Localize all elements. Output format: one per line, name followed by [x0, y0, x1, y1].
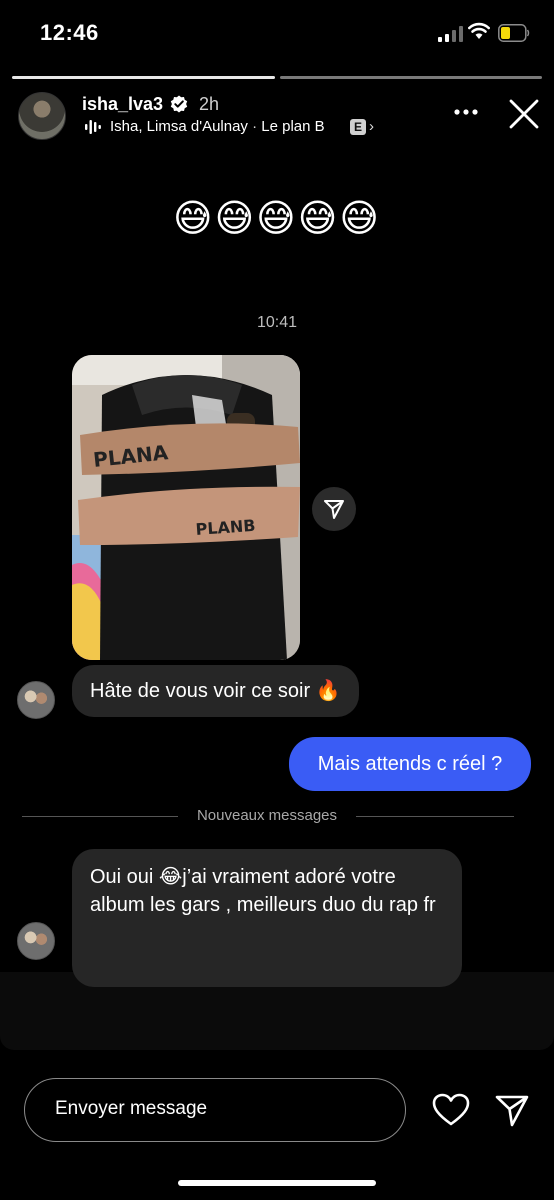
story-progress-segment-1 [12, 76, 275, 79]
send-icon[interactable] [494, 1092, 530, 1128]
message-bubble-received: Hâte de vous voir ce soir 🔥 [72, 665, 359, 717]
story-progress-segment-2 [280, 76, 542, 79]
status-time: 12:46 [40, 20, 99, 45]
explicit-badge: E [350, 119, 366, 135]
post-time: 2h [199, 94, 220, 114]
story-caption: 😅😅😅😅😅 [172, 198, 382, 240]
paper-plane-icon [324, 500, 344, 519]
send-message-placeholder: Envoyer message [55, 1098, 208, 1119]
music-info[interactable]: Isha, Limsa d'Aulnay · Le plan B [110, 118, 325, 135]
music-title: Le plan B [261, 118, 325, 135]
sender-avatar [17, 922, 55, 960]
battery-icon [498, 24, 530, 42]
dm-timestamp: 10:41 [256, 314, 298, 331]
verified-badge-icon [170, 95, 188, 113]
message-bubble-sent: Mais attends c réel ? [289, 737, 531, 791]
sender-avatar [17, 681, 55, 719]
shared-photo-tattoos[interactable]: PLANA PLANB [72, 355, 300, 660]
wifi-icon [468, 22, 490, 39]
profile-avatar[interactable] [18, 92, 66, 140]
close-icon[interactable] [508, 98, 540, 130]
new-messages-divider: Nouveaux messages [196, 807, 338, 824]
message-bubble-received: Oui oui 😂j’ai vraiment adoré votre album… [72, 849, 462, 987]
music-waveform-icon [85, 120, 101, 134]
home-indicator[interactable] [178, 1180, 376, 1186]
share-photo-button[interactable] [312, 487, 356, 531]
heart-icon[interactable] [432, 1093, 470, 1127]
music-separator: · [247, 118, 262, 135]
username[interactable]: isha_lva3 [82, 94, 163, 115]
music-artists: Isha, Limsa d'Aulnay [110, 118, 248, 135]
cellular-signal-icon [438, 26, 463, 42]
chevron-right-icon[interactable]: › [369, 118, 374, 135]
more-options-icon[interactable] [452, 102, 480, 122]
